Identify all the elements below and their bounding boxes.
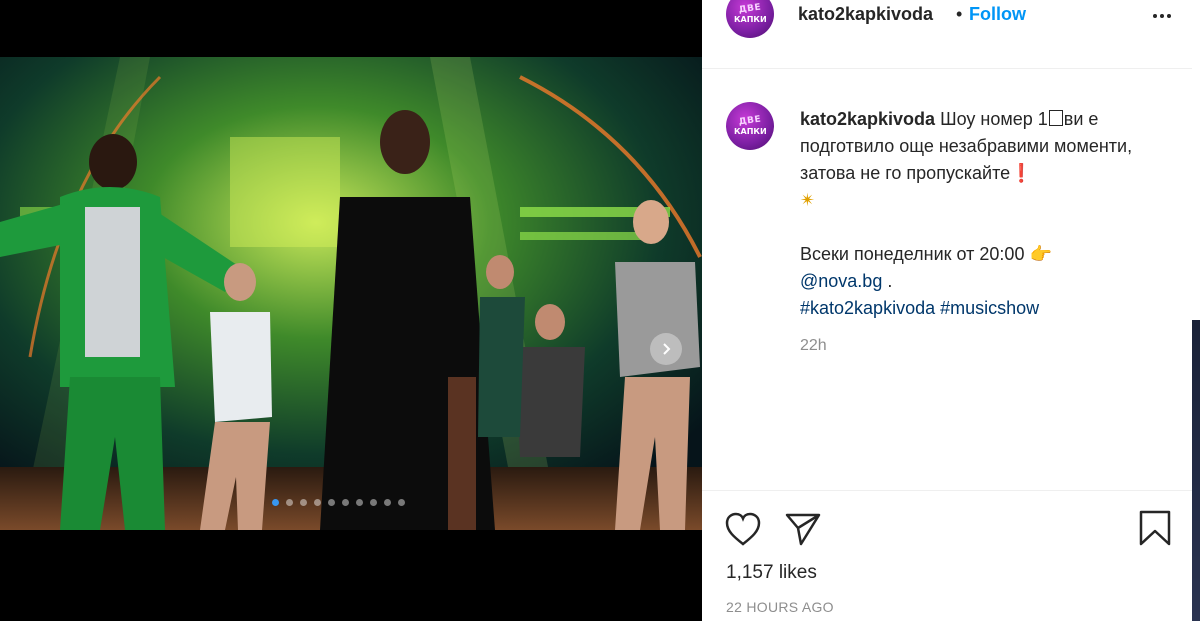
- background-edge: [1192, 320, 1200, 621]
- hashtag-link[interactable]: #kato2kapkivoda: [800, 298, 935, 318]
- heart-icon: [725, 512, 761, 546]
- missing-glyph-icon: [1048, 110, 1063, 126]
- stage-scene: [0, 57, 702, 530]
- share-button[interactable]: [784, 511, 822, 552]
- carousel-dot[interactable]: [356, 499, 363, 506]
- caption-avatar[interactable]: ДВЕ КАПКИ: [726, 102, 774, 150]
- post-caption: kato2kapkivoda Шоу номер 1 ви е подготвил…: [800, 106, 1140, 322]
- save-button[interactable]: [1138, 509, 1172, 552]
- mention-suffix: .: [882, 271, 893, 291]
- carousel-indicator: [272, 499, 405, 506]
- carousel-dot[interactable]: [342, 499, 349, 506]
- caption-schedule: Всеки понеделник от 20:00: [800, 244, 1025, 264]
- more-horizontal-icon: [1153, 14, 1171, 18]
- carousel-dot[interactable]: [286, 499, 293, 506]
- like-count[interactable]: 1,157 likes: [726, 562, 817, 584]
- post-sidebar: ДВЕ КАПКИ kato2kapkivoda • Follow ДВЕ КА…: [702, 0, 1200, 621]
- action-bar: 1,157 likes 22 HOURS AGO: [702, 490, 1192, 622]
- caption-timestamp: 22h: [800, 337, 827, 354]
- hashtag-link[interactable]: #musicshow: [940, 298, 1039, 318]
- bookmark-icon: [1139, 510, 1171, 546]
- carousel-dot[interactable]: [384, 499, 391, 506]
- media-panel: [0, 0, 702, 621]
- caption-text-1: Шоу номер 1: [940, 109, 1048, 129]
- separator-dot: •: [956, 4, 963, 24]
- sparkle-emoji-icon: ✴: [800, 190, 816, 210]
- carousel-next-button[interactable]: [650, 333, 682, 365]
- avatar[interactable]: ДВЕ КАПКИ: [726, 0, 774, 38]
- carousel-dot[interactable]: [398, 499, 405, 506]
- chevron-right-icon: [663, 343, 671, 355]
- post-time-ago: 22 HOURS AGO: [726, 599, 834, 615]
- exclamation-emoji-icon: ❗: [1010, 163, 1033, 183]
- avatar-logo-text-2: КАПКИ: [734, 15, 767, 24]
- mention-link[interactable]: @nova.bg: [800, 271, 882, 291]
- carousel-dot[interactable]: [314, 499, 321, 506]
- post-photo[interactable]: [0, 57, 702, 530]
- like-button[interactable]: [724, 511, 762, 552]
- carousel-dot[interactable]: [328, 499, 335, 506]
- pointing-hand-icon: 👉: [1029, 244, 1052, 264]
- carousel-dot[interactable]: [370, 499, 377, 506]
- header-username[interactable]: kato2kapkivoda: [798, 4, 933, 25]
- carousel-dot[interactable]: [272, 499, 279, 506]
- post-header: ДВЕ КАПКИ kato2kapkivoda • Follow: [702, 0, 1192, 69]
- avatar-logo-text-2: КАПКИ: [734, 127, 767, 136]
- follow-button[interactable]: Follow: [969, 4, 1026, 25]
- carousel-dot[interactable]: [300, 499, 307, 506]
- paper-plane-icon: [785, 513, 821, 546]
- more-options-button[interactable]: [1150, 4, 1174, 34]
- caption-username[interactable]: kato2kapkivoda: [800, 109, 935, 129]
